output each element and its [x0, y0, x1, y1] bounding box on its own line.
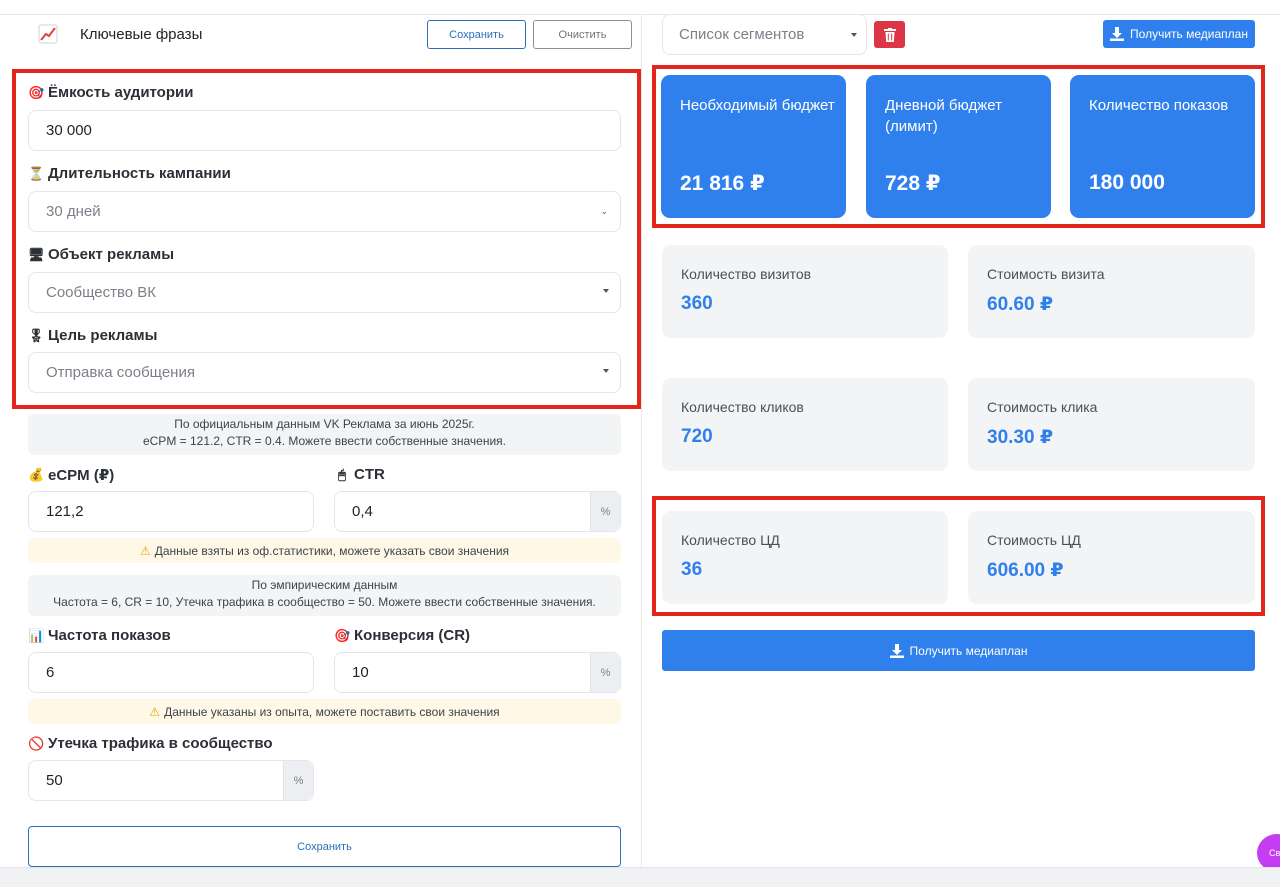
object-label: 🖥 Объект рекламы: [28, 246, 175, 263]
impressions-card: Количество показов 180 000: [1070, 75, 1255, 218]
bar-chart-icon: 📊: [28, 627, 45, 643]
bottom-bar: [0, 867, 1280, 887]
audience-input[interactable]: 30 000: [28, 110, 621, 151]
targets-card: Количество ЦД 36: [662, 511, 948, 604]
percent-suffix: %: [590, 653, 620, 692]
money-bag-icon: 💰: [28, 467, 45, 482]
ctr-input[interactable]: 0,4 %: [334, 491, 621, 532]
delete-segment-button[interactable]: [874, 21, 905, 48]
official-data-note: По официальным данным VK Реклама за июнь…: [28, 414, 621, 455]
duration-label: ⏳ Длительность кампании: [28, 165, 231, 182]
empirical-data-note: По эмпирическим данным Частота = 6, CR =…: [28, 575, 621, 616]
target-cost-card: Стоимость ЦД 606.00 ₽: [968, 511, 1255, 604]
percent-suffix: %: [283, 761, 313, 800]
ctr-label: 🖱 CTR: [334, 466, 385, 483]
conversion-label: 🎯 Конверсия (CR): [334, 627, 471, 644]
goal-select[interactable]: Отправка сообщения: [28, 352, 621, 393]
chart-increasing-icon: [38, 24, 58, 44]
target-icon: 🎯: [334, 627, 351, 643]
save-form-button[interactable]: Сохранить: [28, 826, 621, 867]
target-icon: 🎯: [28, 84, 45, 100]
visit-cost-card: Стоимость визита 60.60 ₽: [968, 245, 1255, 338]
prohibited-icon: 🚫: [28, 735, 45, 751]
ecpm-label: 💰 eCPM (₽): [28, 467, 115, 484]
frequency-input[interactable]: 6: [28, 652, 314, 693]
save-button[interactable]: Сохранить: [427, 20, 526, 49]
hourglass-icon: ⏳: [28, 165, 45, 181]
keywords-title: Ключевые фразы: [80, 26, 203, 43]
get-mediaplan-bottom-button[interactable]: Получить медиаплан: [662, 630, 1255, 671]
column-divider: [641, 15, 642, 867]
caret-down-icon: [851, 33, 857, 37]
segments-select[interactable]: Список сегментов: [662, 14, 867, 55]
leak-label: 🚫 Утечка трафика в сообщество: [28, 735, 273, 752]
monitor-icon: 🖥: [28, 246, 45, 262]
ecpm-input[interactable]: 121,2: [28, 491, 314, 532]
caret-down-icon: [603, 369, 609, 373]
leak-input[interactable]: 50 %: [28, 760, 314, 801]
mouse-icon: 🖱: [338, 466, 346, 482]
percent-suffix: %: [590, 492, 620, 531]
visits-card: Количество визитов 360: [662, 245, 948, 338]
medal-icon: 🎖: [28, 327, 45, 343]
warning-icon: ⚠: [139, 543, 151, 558]
top-divider: [0, 14, 1280, 15]
trash-icon: [883, 27, 896, 42]
get-mediaplan-button[interactable]: Получить медиаплан: [1103, 20, 1255, 48]
download-icon: [1110, 27, 1125, 41]
warning-icon: ⚠: [149, 704, 161, 719]
clear-button[interactable]: Очистить: [533, 20, 632, 49]
frequency-label: 📊 Частота показов: [28, 627, 171, 644]
audience-label: 🎯 Ёмкость аудитории: [28, 84, 194, 101]
caret-down-icon: [603, 289, 609, 293]
daily-budget-card: Дневной бюджет (лимит) 728 ₽: [866, 75, 1051, 218]
chevron-down-icon: ⌄: [600, 206, 608, 216]
download-icon: [889, 643, 904, 658]
goal-label: 🎖 Цель рекламы: [28, 327, 158, 344]
click-cost-card: Стоимость клика 30.30 ₽: [968, 378, 1255, 471]
duration-select[interactable]: 30 дней ⌄: [28, 191, 621, 232]
official-warning: ⚠ Данные взяты из оф.статистики, можете …: [28, 538, 621, 563]
conversion-input[interactable]: 10 %: [334, 652, 621, 693]
clicks-card: Количество кликов 720: [662, 378, 948, 471]
required-budget-card: Необходимый бюджет 21 816 ₽: [661, 75, 846, 218]
object-select[interactable]: Сообщество ВК: [28, 272, 621, 313]
experience-warning: ⚠ Данные указаны из опыта, можете постав…: [28, 699, 621, 724]
